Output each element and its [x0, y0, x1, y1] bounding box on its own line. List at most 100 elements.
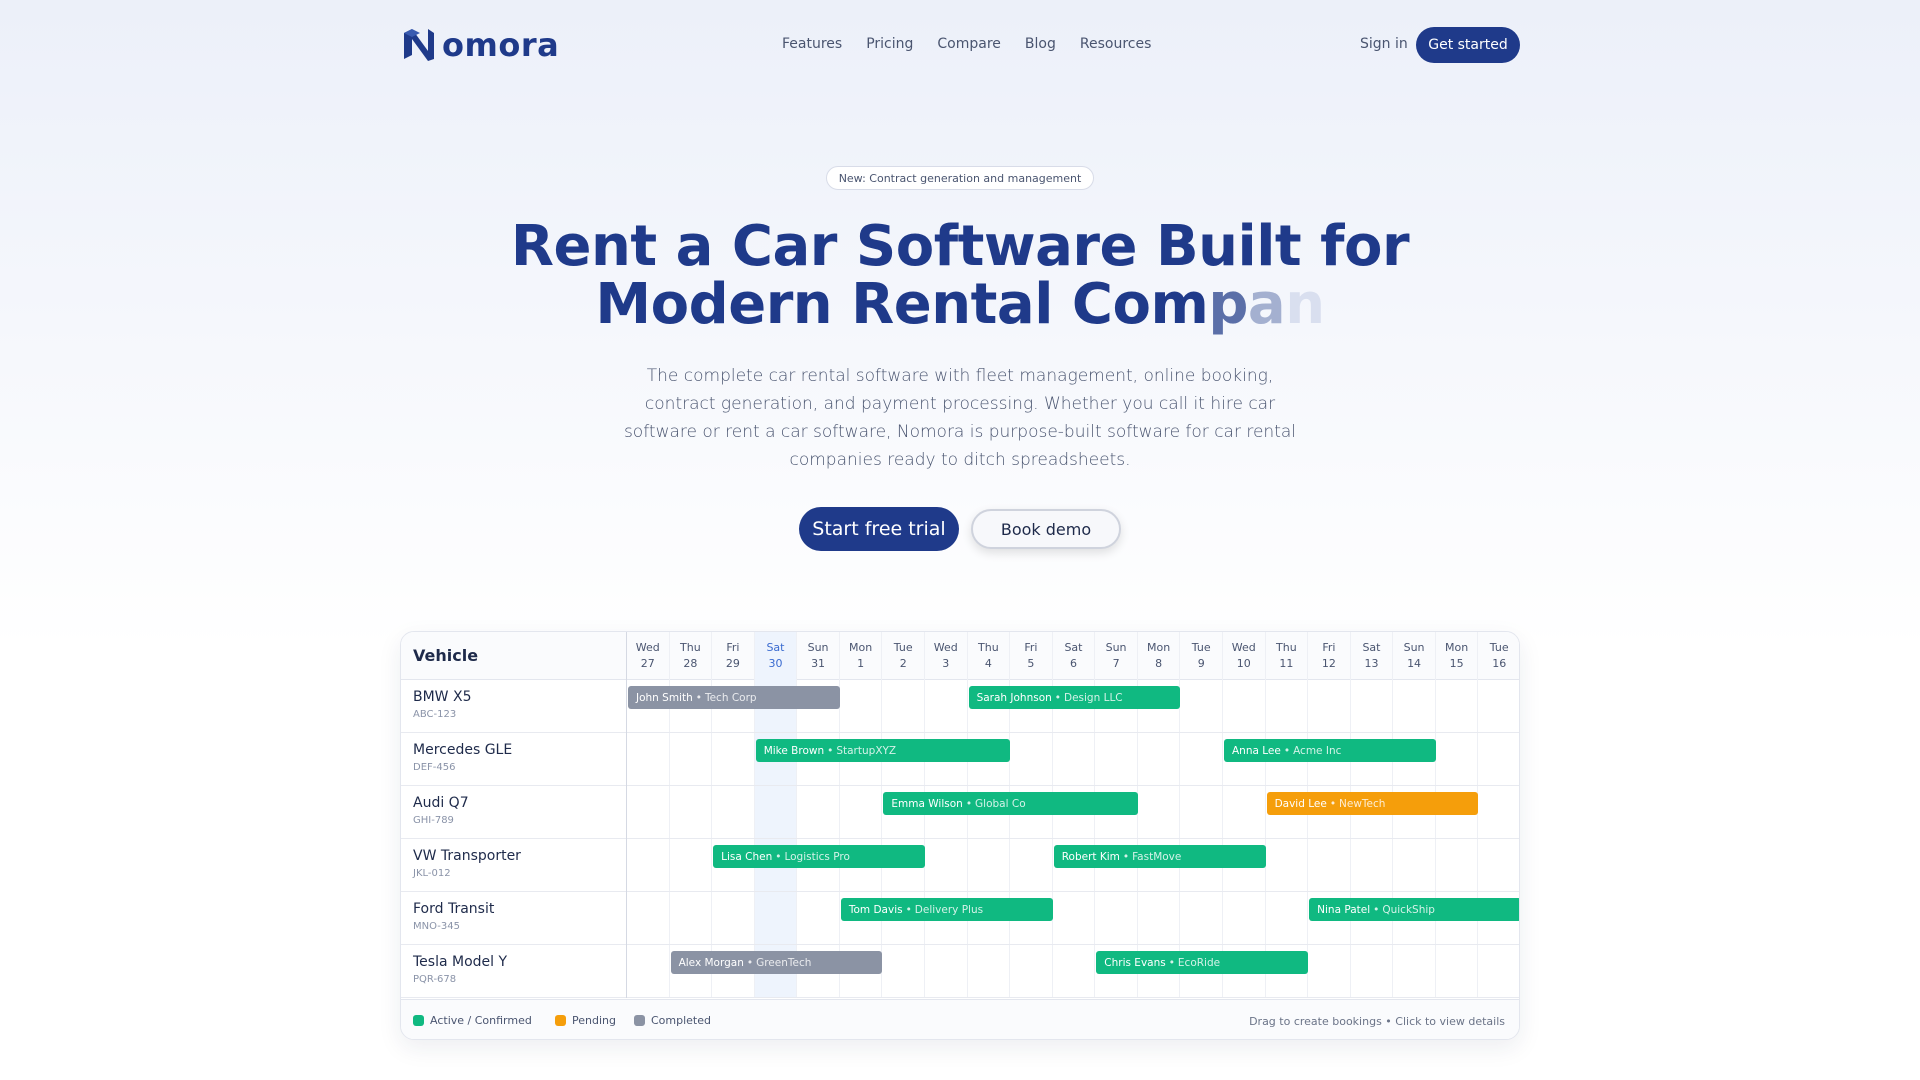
- day-of-week: Sat: [766, 641, 785, 654]
- day-number: 11: [1279, 657, 1294, 670]
- day-of-week: Wed: [933, 641, 958, 654]
- nav-link-blog[interactable]: Blog: [1025, 36, 1056, 52]
- booking-bar-active[interactable]: Robert Kim • FastMove: [1053, 845, 1266, 868]
- day-header: Fri 5: [1010, 632, 1053, 680]
- day-of-week: Mon: [849, 641, 873, 654]
- booking-client: Robert Kim: [1061, 850, 1120, 863]
- sign-in-link[interactable]: Sign in: [1360, 36, 1408, 52]
- get-started-button[interactable]: Get started: [1416, 27, 1520, 63]
- day-number: 10: [1236, 657, 1251, 670]
- day-number: 3: [942, 657, 950, 670]
- vehicle-plate: DEF-456: [413, 762, 456, 773]
- legend-item-pending: Pending: [555, 1014, 616, 1027]
- booking-bar-active[interactable]: Mike Brown • StartupXYZ: [755, 739, 1011, 762]
- day-header: Sat 30: [754, 632, 798, 680]
- booking-separator: •: [1283, 744, 1291, 757]
- vehicle-name: VW Transporter: [413, 848, 521, 864]
- logo[interactable]: omora: [400, 24, 559, 66]
- vehicle-row: VW Transporter JKL-012 Lisa Chen • Logistics…: [401, 839, 1519, 892]
- day-number: 7: [1112, 657, 1120, 670]
- booking-bar-completed[interactable]: Alex Morgan • GreenTech: [670, 951, 883, 974]
- day-header: Fri 12: [1308, 632, 1351, 680]
- booking-bar-active[interactable]: Lisa Chen • Logistics Pro: [713, 845, 925, 868]
- day-header: Tue 2: [882, 632, 925, 680]
- day-header: Mon 1: [840, 632, 883, 680]
- top-nav: omora Features Pricing Compare Blog Reso…: [400, 24, 1520, 66]
- booking-client: Chris Evans: [1104, 956, 1166, 969]
- day-of-week: Tue: [1489, 641, 1509, 654]
- vehicle-row: Audi Q7 GHI-789 Emma Wilson • Global Co David…: [401, 786, 1519, 839]
- booking-bar-active[interactable]: Nina Patel • QuickShip: [1309, 898, 1519, 921]
- booking-company: Design LLC: [1064, 691, 1123, 704]
- day-header: Tue 16: [1478, 632, 1519, 680]
- new-feature-badge[interactable]: New: Contract generation and management: [826, 166, 1094, 190]
- day-header: Thu 28: [670, 632, 713, 680]
- day-of-week: Wed: [635, 641, 660, 654]
- day-of-week: Thu: [978, 641, 999, 654]
- vehicle-plate: PQR-678: [413, 974, 457, 985]
- vehicle-name: Mercedes GLE: [413, 742, 513, 758]
- day-number: 27: [640, 657, 655, 670]
- booking-separator: •: [905, 903, 912, 916]
- booking-bar-completed[interactable]: John Smith • Tech Corp: [628, 686, 840, 709]
- nav-link-resources[interactable]: Resources: [1080, 36, 1152, 52]
- day-number: 6: [1069, 657, 1077, 670]
- start-free-trial-button[interactable]: Start free trial: [799, 507, 959, 551]
- day-number: 13: [1364, 657, 1379, 670]
- nav-link-compare[interactable]: Compare: [937, 36, 1001, 52]
- vehicle-plate: GHI-789: [413, 815, 454, 826]
- scheduler-hint: Drag to create bookings • Click to view …: [1249, 1015, 1505, 1028]
- vehicle-row: Tesla Model Y PQR-678 Alex Morgan • GreenTec…: [401, 945, 1519, 998]
- booking-separator: •: [1122, 850, 1130, 863]
- nav-link-pricing[interactable]: Pricing: [866, 36, 913, 52]
- legend-label: Active / Confirmed: [430, 1014, 532, 1027]
- booking-company: GreenTech: [756, 956, 812, 969]
- hero-headline: Rent a Car Software Built for Modern Ren…: [360, 218, 1560, 334]
- booking-separator: •: [1373, 903, 1380, 916]
- day-of-week: Tue: [1191, 641, 1211, 654]
- booking-bar-active[interactable]: Anna Lee • Acme Inc: [1224, 739, 1436, 762]
- vehicle-column-header: Vehicle: [401, 632, 626, 680]
- book-demo-button[interactable]: Book demo: [971, 509, 1121, 549]
- day-number: 15: [1449, 657, 1464, 670]
- vehicle-name: Ford Transit: [413, 901, 495, 917]
- headline-line-1: Rent a Car Software Built for: [510, 214, 1410, 279]
- booking-bar-active[interactable]: Sarah Johnson • Design LLC: [968, 686, 1181, 709]
- booking-bar-active[interactable]: Chris Evans • EcoRide: [1096, 951, 1309, 974]
- vehicle-row: Mercedes GLE DEF-456 Mike Brown • StartupXYZ…: [401, 733, 1519, 786]
- booking-company: QuickShip: [1382, 903, 1435, 916]
- booking-client: Mike Brown: [763, 744, 825, 757]
- day-header: Thu 11: [1266, 632, 1309, 680]
- day-number: 31: [811, 657, 826, 670]
- booking-bar-active[interactable]: Emma Wilson • Global Co: [883, 792, 1138, 815]
- day-of-week: Sun: [807, 641, 829, 654]
- vehicle-name: BMW X5: [413, 689, 472, 705]
- booking-company: FastMove: [1132, 850, 1182, 863]
- nav-link-features[interactable]: Features: [782, 36, 842, 52]
- booking-bar-pending[interactable]: David Lee • NewTech: [1266, 792, 1479, 815]
- booking-client: Emma Wilson: [891, 797, 963, 810]
- day-of-week: Sat: [1362, 641, 1381, 654]
- booking-client: David Lee: [1274, 797, 1327, 810]
- booking-company: Tech Corp: [704, 691, 757, 704]
- booking-client: Alex Morgan: [678, 956, 744, 969]
- booking-company: Logistics Pro: [784, 850, 850, 863]
- booking-client: Anna Lee: [1232, 744, 1281, 757]
- day-number: 29: [725, 657, 740, 670]
- column-divider: [626, 632, 627, 998]
- day-header: Sun 14: [1393, 632, 1436, 680]
- vehicle-plate: MNO-345: [413, 921, 460, 932]
- day-of-week: Fri: [1024, 641, 1038, 654]
- booking-client: Nina Patel: [1317, 903, 1371, 916]
- booking-company: NewTech: [1339, 797, 1386, 810]
- day-header: Wed 3: [925, 632, 968, 680]
- day-header: Fri 29: [712, 632, 755, 680]
- booking-separator: •: [1168, 956, 1175, 969]
- vehicle-name: Audi Q7: [413, 795, 469, 811]
- day-of-week: Sun: [1403, 641, 1425, 654]
- headline-typing-char: a: [1247, 272, 1286, 337]
- booking-bar-active[interactable]: Tom Davis • Delivery Plus: [840, 898, 1053, 921]
- booking-company: EcoRide: [1177, 956, 1221, 969]
- booking-company: Global Co: [975, 797, 1026, 810]
- day-number: 1: [857, 657, 865, 670]
